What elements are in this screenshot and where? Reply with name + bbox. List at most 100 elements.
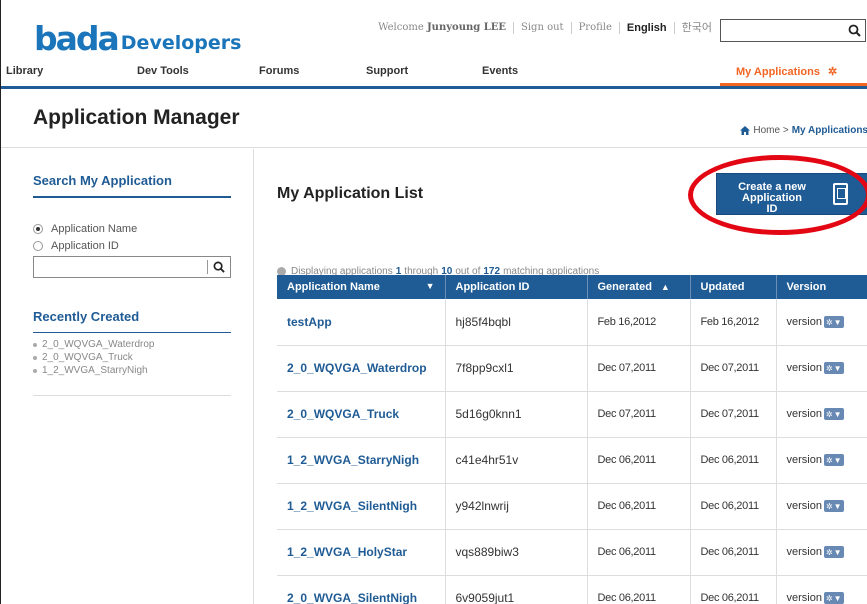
bullet-icon bbox=[33, 355, 37, 360]
gear-icon: ✲ bbox=[825, 547, 833, 557]
nav-dev-tools[interactable]: Dev Tools bbox=[137, 65, 189, 77]
site-search-box bbox=[720, 19, 866, 42]
recently-created-list: 2_0_WQVGA_Waterdrop 2_0_WQVGA_Truck 1_2_… bbox=[33, 338, 231, 377]
gear-icon: ✲ bbox=[825, 593, 833, 603]
generated-date-cell: Dec 06,2011 bbox=[587, 437, 691, 484]
radio-application-name-label: Application Name bbox=[51, 223, 138, 235]
table-row: 2_0_WVGA_SilentNigh 6v9059jut1 Dec 06,2011… bbox=[277, 575, 867, 604]
recent-item[interactable]: 2_0_WQVGA_Truck bbox=[33, 351, 231, 364]
gear-icon: ✲ bbox=[825, 363, 833, 373]
page-title-bar: Application Manager Home > My Applicatio… bbox=[1, 92, 867, 148]
version-settings-dropdown[interactable]: ✲ ▼ bbox=[823, 592, 844, 604]
gear-icon: ✲ bbox=[825, 317, 833, 327]
version-settings-dropdown[interactable]: ✲ ▼ bbox=[823, 316, 844, 328]
bullet-icon bbox=[33, 368, 37, 373]
chevron-down-icon: ▼ bbox=[833, 547, 842, 557]
generated-date-cell: Dec 06,2011 bbox=[587, 575, 691, 604]
nav-my-applications-label: My Applications bbox=[736, 66, 820, 78]
chevron-down-icon: ▼ bbox=[833, 455, 842, 465]
version-label: version bbox=[786, 407, 822, 420]
application-name-cell[interactable]: 1_2_WVGA_StarryNigh bbox=[277, 437, 446, 484]
application-id-cell: vqs889biw3 bbox=[445, 529, 588, 576]
radio-application-name[interactable]: Application Name bbox=[33, 223, 231, 235]
version-settings-dropdown[interactable]: ✲ ▼ bbox=[823, 362, 844, 375]
application-name-cell[interactable]: 2_0_WQVGA_Truck bbox=[277, 391, 446, 438]
language-english-link[interactable]: English bbox=[618, 22, 674, 34]
radio-unselected-icon bbox=[33, 241, 43, 251]
sidebar: Search My Application Application Name A… bbox=[1, 149, 254, 604]
updated-date-cell: Dec 06,2011 bbox=[690, 575, 777, 604]
column-label: Version bbox=[786, 281, 827, 293]
generated-date-cell: Feb 16,2012 bbox=[587, 299, 691, 346]
home-icon[interactable] bbox=[740, 126, 751, 135]
radio-selected-icon bbox=[33, 224, 43, 234]
version-label: version bbox=[786, 453, 822, 466]
column-generated[interactable]: Generated ▲ bbox=[587, 275, 691, 299]
profile-link[interactable]: Profile bbox=[570, 22, 619, 34]
sidebar-search-input[interactable] bbox=[36, 258, 206, 276]
application-list-title: My Application List bbox=[277, 185, 424, 202]
column-label: Generated bbox=[597, 281, 652, 293]
chevron-down-icon: ▼ bbox=[833, 501, 842, 511]
version-settings-dropdown[interactable]: ✲ ▼ bbox=[823, 454, 844, 467]
recent-item[interactable]: 1_2_WVGA_StarryNigh bbox=[33, 364, 231, 377]
sort-ascending-icon: ▲ bbox=[660, 282, 670, 292]
bada-developers-logo[interactable]: bada Developers bbox=[34, 22, 241, 55]
search-icon[interactable] bbox=[213, 261, 225, 273]
welcome-username: Junyoung LEE bbox=[426, 22, 506, 33]
recent-item-label: 2_0_WQVGA_Truck bbox=[42, 352, 133, 363]
updated-date-cell: Dec 06,2011 bbox=[690, 483, 777, 530]
table-row: 1_2_WVGA_StarryNigh c41e4hr51v Dec 06,2011… bbox=[277, 437, 867, 484]
gear-icon: ✲ bbox=[825, 455, 833, 465]
chevron-down-icon: ▼ bbox=[833, 317, 842, 327]
site-search-input[interactable] bbox=[724, 21, 844, 41]
top-header: bada Developers Welcome Junyoung LEE Sig… bbox=[1, 0, 867, 62]
version-settings-dropdown[interactable]: ✲ ▼ bbox=[823, 500, 844, 513]
column-application-name[interactable]: Application Name ▼ bbox=[277, 275, 446, 299]
nav-forums[interactable]: Forums bbox=[259, 65, 299, 77]
language-korean-link[interactable]: 한국어 bbox=[673, 22, 719, 34]
application-id-cell: y942lnwrij bbox=[445, 483, 588, 530]
sign-out-link[interactable]: Sign out bbox=[513, 22, 571, 34]
page: bada Developers Welcome Junyoung LEE Sig… bbox=[0, 0, 867, 604]
application-name-cell[interactable]: testApp bbox=[277, 299, 446, 346]
version-cell: version ✲ ▼ bbox=[776, 299, 867, 346]
search-icon[interactable] bbox=[848, 24, 861, 37]
sidebar-divider bbox=[33, 395, 231, 396]
application-id-cell: 6v9059jut1 bbox=[445, 575, 588, 604]
generated-date-cell: Dec 07,2011 bbox=[587, 391, 691, 438]
column-version[interactable]: Version bbox=[776, 275, 867, 299]
application-name-cell[interactable]: 2_0_WQVGA_Waterdrop bbox=[277, 345, 446, 392]
application-name-cell[interactable]: 1_2_WVGA_SilentNigh bbox=[277, 483, 446, 530]
nav-support[interactable]: Support bbox=[366, 65, 408, 77]
welcome-text: Welcome Junyoung LEE bbox=[371, 22, 513, 34]
table-body: testApp hj85f4bqbl Feb 16,2012 Feb 16,2012 v… bbox=[277, 299, 867, 604]
nav-library[interactable]: Library bbox=[6, 65, 43, 77]
table-header-row: Application Name ▼ Application ID Generat… bbox=[277, 275, 867, 299]
generated-date-cell: Dec 07,2011 bbox=[587, 345, 691, 392]
version-settings-dropdown[interactable]: ✲ ▼ bbox=[823, 408, 844, 421]
search-my-application-section: Search My Application Application Name A… bbox=[33, 173, 231, 278]
application-name-cell[interactable]: 1_2_WVGA_HolyStar bbox=[277, 529, 446, 576]
bullet-icon bbox=[33, 342, 37, 347]
application-id-cell: c41e4hr51v bbox=[445, 437, 588, 484]
radio-application-id-label: Application ID bbox=[51, 240, 119, 252]
recent-item[interactable]: 2_0_WQVGA_Waterdrop bbox=[33, 338, 231, 351]
recently-created-title: Recently Created bbox=[33, 309, 231, 333]
nav-events[interactable]: Events bbox=[482, 65, 518, 77]
main-navigation: Library Dev Tools Forums Support Events … bbox=[1, 62, 867, 89]
radio-application-id[interactable]: Application ID bbox=[33, 240, 231, 252]
welcome-prefix: Welcome bbox=[378, 22, 424, 33]
breadcrumb-current[interactable]: My Applications bbox=[792, 125, 867, 136]
application-id-cell: 5d16g0knn1 bbox=[445, 391, 588, 438]
nav-my-applications[interactable]: My Applications ✲ bbox=[720, 62, 867, 86]
updated-date-cell: Dec 07,2011 bbox=[690, 345, 777, 392]
application-table: Application Name ▼ Application ID Generat… bbox=[277, 275, 867, 604]
table-row: 2_0_WQVGA_Waterdrop 7f8pp9cxl1 Dec 07,2011… bbox=[277, 345, 867, 392]
column-label: Application ID bbox=[455, 281, 530, 293]
breadcrumb-home[interactable]: Home bbox=[753, 125, 780, 136]
application-name-cell[interactable]: 2_0_WVGA_SilentNigh bbox=[277, 575, 446, 604]
version-settings-dropdown[interactable]: ✲ ▼ bbox=[823, 546, 844, 559]
column-updated[interactable]: Updated bbox=[690, 275, 777, 299]
column-application-id[interactable]: Application ID bbox=[445, 275, 588, 299]
